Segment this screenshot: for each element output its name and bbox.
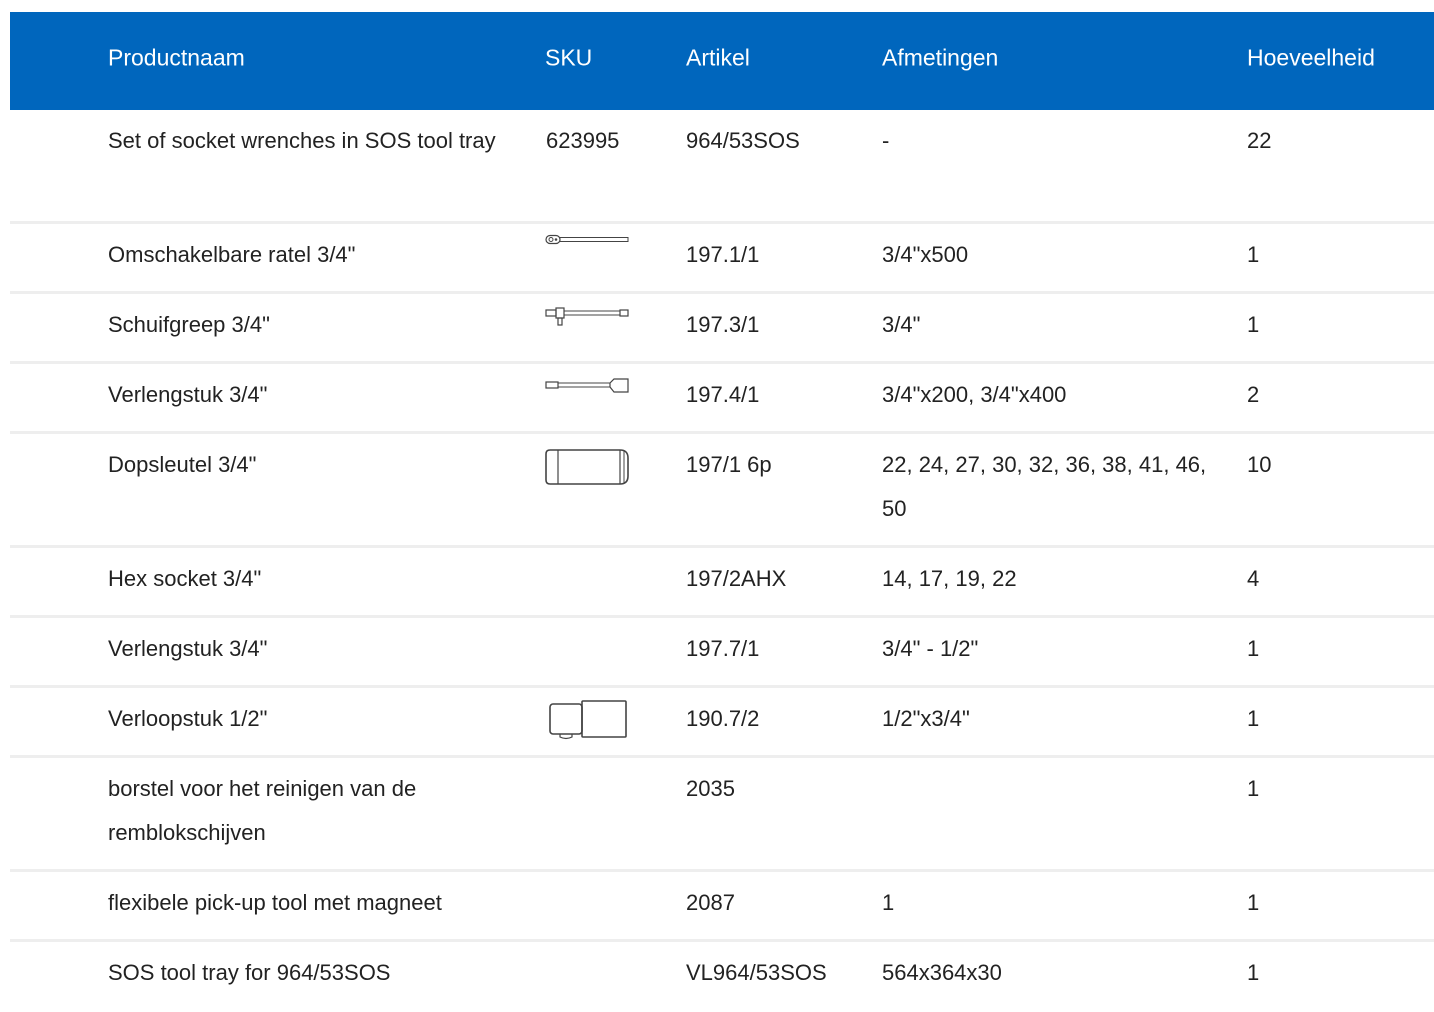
product-name: Schuifgreep 3/4" (108, 312, 270, 337)
product-artikel: 197.4/1 (686, 382, 760, 407)
product-afmetingen: 3/4" - 1/2" (882, 636, 979, 661)
product-name: Verlengstuk 3/4" (108, 636, 268, 661)
product-artikel: 2035 (686, 776, 735, 801)
product-quantity: 1 (1247, 960, 1260, 985)
product-afmetingen: 3/4"x500 (882, 242, 969, 267)
product-name: borstel voor het reinigen van de remblok… (108, 776, 417, 845)
table-row: Dopsleutel 3/4" 197/1 6p 22, 24, 27, 30,… (10, 434, 1434, 548)
table-row: flexibele pick-up tool met magneet 2087 … (10, 872, 1434, 942)
product-quantity: 1 (1247, 312, 1260, 337)
product-artikel: 197/1 6p (686, 452, 772, 477)
product-artikel: 197.7/1 (686, 636, 760, 661)
product-name: Dopsleutel 3/4" (108, 452, 257, 477)
socket-icon (544, 446, 630, 488)
product-afmetingen: 22, 24, 27, 30, 32, 36, 38, 41, 46, 50 (882, 452, 1207, 521)
column-header-afmetingen[interactable]: Afmetingen (882, 45, 998, 72)
product-artikel: 2087 (686, 890, 735, 915)
adapter-icon (544, 698, 630, 742)
product-name: Set of socket wrenches in SOS tool tray (108, 128, 496, 153)
product-artikel: 197.3/1 (686, 312, 760, 337)
product-name: Omschakelbare ratel 3/4" (108, 242, 356, 267)
column-header-artikel[interactable]: Artikel (686, 45, 750, 72)
table-row: Verlengstuk 3/4" 197.4/1 3/4"x200, 3/4"x… (10, 364, 1434, 434)
product-name: Verlengstuk 3/4" (108, 382, 268, 407)
product-afmetingen: 1/2"x3/4" (882, 706, 970, 731)
extension-bar-icon (544, 376, 630, 396)
product-quantity: 4 (1247, 566, 1260, 591)
product-quantity: 1 (1247, 636, 1260, 661)
product-name: Hex socket 3/4" (108, 566, 262, 591)
product-afmetingen: 3/4" (882, 312, 921, 337)
table-row: Omschakelbare ratel 3/4" 197.1/1 3/4"x50… (10, 224, 1434, 294)
product-afmetingen: 14, 17, 19, 22 (882, 566, 1017, 591)
product-quantity: 1 (1247, 776, 1260, 801)
product-quantity: 1 (1247, 890, 1260, 915)
product-artikel: 197.1/1 (686, 242, 760, 267)
table-header: Productnaam SKU Artikel Afmetingen Hoeve… (10, 12, 1434, 110)
product-afmetingen: 564x364x30 (882, 960, 1002, 985)
product-name: flexibele pick-up tool met magneet (108, 890, 442, 915)
column-header-hoeveelheid[interactable]: Hoeveelheid (1247, 45, 1375, 72)
product-quantity: 10 (1247, 452, 1272, 477)
product-quantity: 1 (1247, 706, 1260, 731)
column-header-productnaam[interactable]: Productnaam (108, 45, 245, 72)
product-artikel: 964/53SOS (686, 128, 800, 153)
table-row: Verlengstuk 3/4" 197.7/1 3/4" - 1/2" 1 (10, 618, 1434, 688)
table-row: Schuifgreep 3/4" 197.3/1 3/4" 1 (10, 294, 1434, 364)
table-row: SOS tool tray for 964/53SOS VL964/53SOS … (10, 942, 1434, 1012)
product-artikel: 190.7/2 (686, 706, 760, 731)
product-afmetingen: - (882, 128, 890, 153)
product-name: Verloopstuk 1/2" (108, 706, 268, 731)
product-name: SOS tool tray for 964/53SOS (108, 960, 391, 985)
product-quantity: 1 (1247, 242, 1260, 267)
product-artikel: VL964/53SOS (686, 960, 827, 985)
product-quantity: 22 (1247, 128, 1272, 153)
table-row: Hex socket 3/4" 197/2AHX 14, 17, 19, 22 … (10, 548, 1434, 618)
table-row: borstel voor het reinigen van de remblok… (10, 758, 1434, 872)
ratchet-icon (544, 234, 630, 246)
product-afmetingen: 3/4"x200, 3/4"x400 (882, 382, 1067, 407)
product-table: Productnaam SKU Artikel Afmetingen Hoeve… (10, 12, 1434, 1012)
column-header-sku[interactable]: SKU (545, 45, 592, 72)
sliding-t-handle-icon (544, 306, 630, 330)
product-artikel: 197/2AHX (686, 566, 787, 591)
product-quantity: 2 (1247, 382, 1260, 407)
table-row: Set of socket wrenches in SOS tool tray … (10, 110, 1434, 224)
product-afmetingen: 1 (882, 890, 895, 915)
product-sku: 623995 (546, 128, 620, 153)
table-row: Verloopstuk 1/2" 190.7/2 1/2"x3/4" 1 (10, 688, 1434, 758)
